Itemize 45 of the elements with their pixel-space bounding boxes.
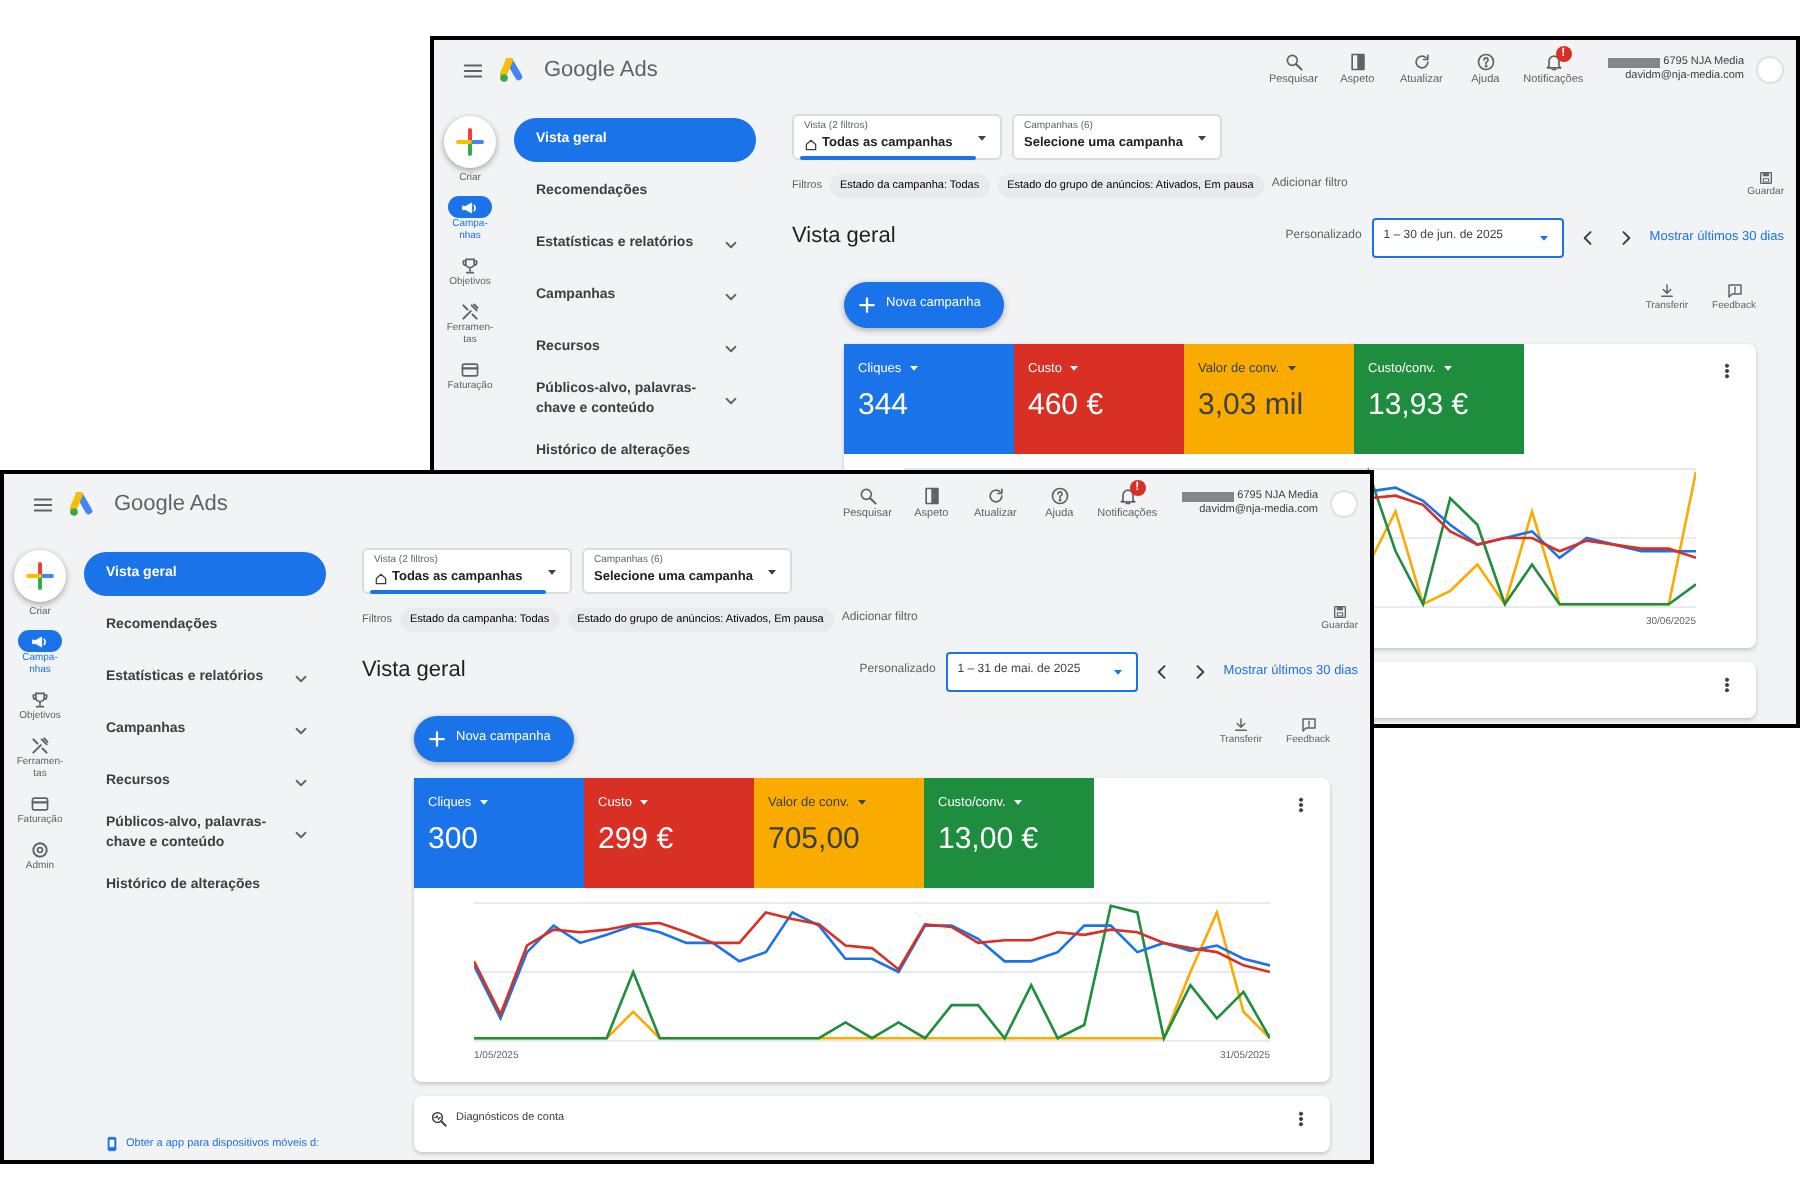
product-name: Google Ads	[544, 55, 658, 86]
bell-icon	[1117, 485, 1138, 506]
refresh-icon	[1411, 51, 1432, 72]
home-icon	[374, 571, 388, 586]
redaction-bar	[1181, 491, 1234, 502]
plus-icon	[454, 126, 486, 158]
menu-icon	[462, 59, 484, 81]
help-icon	[1049, 485, 1070, 506]
layout-icon	[921, 485, 942, 506]
trophy-icon	[30, 689, 50, 709]
logo-icon	[500, 57, 528, 83]
redaction-bar	[1607, 57, 1660, 68]
card-icon	[30, 793, 50, 813]
trophy-icon	[460, 255, 480, 275]
save-icon	[1757, 170, 1774, 186]
plus-icon	[24, 560, 56, 592]
menu-button[interactable]	[458, 59, 488, 81]
menu-icon	[32, 493, 54, 515]
megaphone-icon	[30, 631, 50, 651]
plus-icon	[858, 295, 876, 313]
refresh-icon	[985, 485, 1006, 506]
search-icon	[857, 485, 878, 506]
search-icon	[1283, 51, 1304, 72]
menu-button[interactable]	[28, 493, 58, 515]
product-name: Google Ads	[114, 489, 228, 520]
download-icon	[1231, 715, 1250, 733]
megaphone-icon	[460, 197, 480, 217]
diagnostics-icon	[430, 1109, 448, 1127]
home-icon	[804, 137, 818, 152]
card-icon	[460, 359, 480, 379]
tools-icon	[460, 301, 480, 321]
phone-icon	[104, 1135, 120, 1152]
help-icon	[1475, 51, 1496, 72]
bell-icon	[1543, 51, 1564, 72]
feedback-icon	[1725, 281, 1744, 299]
page-title: Vista geral	[362, 656, 466, 687]
gear-icon	[30, 839, 50, 859]
save-icon	[1331, 604, 1348, 620]
plus-icon	[428, 729, 446, 747]
page-title: Vista geral	[792, 222, 896, 253]
layout-icon	[1347, 51, 1368, 72]
logo-icon	[70, 491, 98, 517]
download-icon	[1657, 281, 1676, 299]
feedback-icon	[1299, 715, 1318, 733]
tools-icon	[30, 735, 50, 755]
